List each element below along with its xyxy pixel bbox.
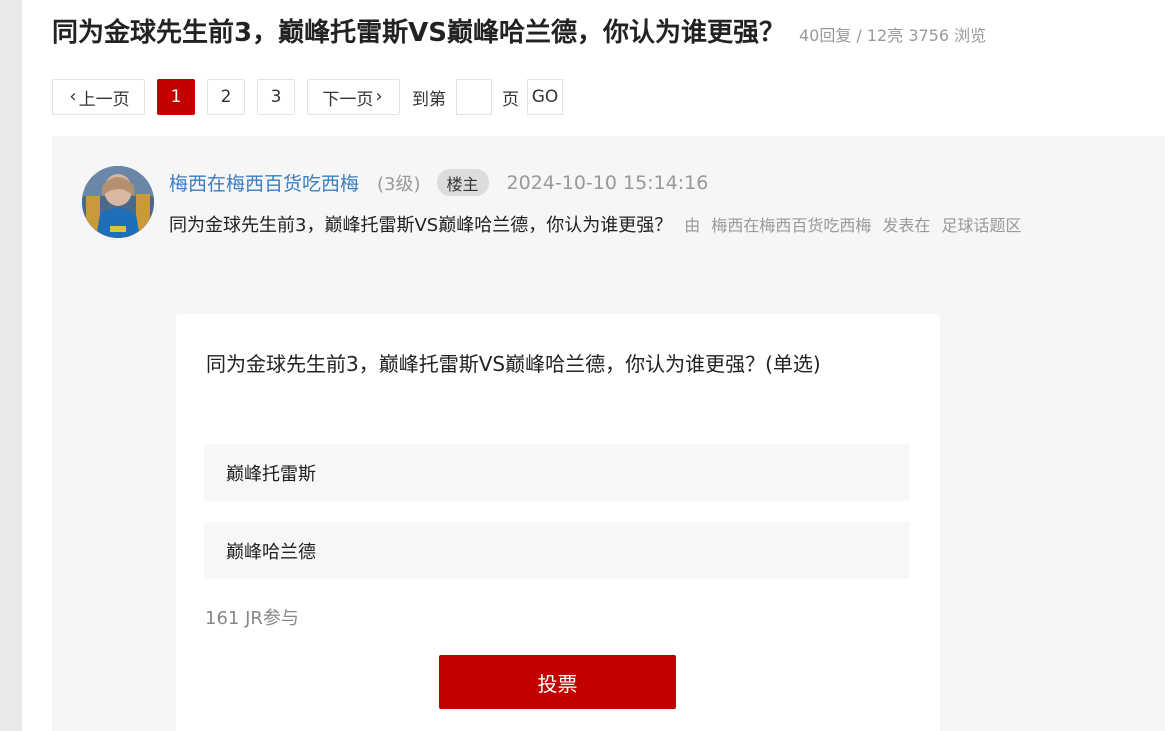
- post-time: 2024-10-10 15:14:16: [506, 171, 709, 194]
- meta-author-link[interactable]: 梅西在梅西百货吃西梅: [711, 216, 871, 235]
- next-page-button[interactable]: 下一页 ›: [307, 79, 400, 115]
- next-page-label: 下一页: [322, 89, 374, 110]
- prev-page-label: 上一页: [78, 89, 130, 110]
- post-subtitle: 同为金球先生前3，巅峰托雷斯VS巅峰哈兰德，你认为谁更强？: [169, 215, 673, 236]
- thread-title: 同为金球先生前3，巅峰托雷斯VS巅峰哈兰德，你认为谁更强？: [52, 18, 785, 48]
- author-name-link[interactable]: 梅西在梅西百货吃西梅: [169, 169, 359, 196]
- page-unit-label: 页: [502, 89, 519, 110]
- avatar[interactable]: [82, 166, 154, 238]
- author-level: (3级): [377, 173, 421, 195]
- meta-forum-link[interactable]: 足球话题区: [942, 216, 1022, 235]
- poll-option[interactable]: 巅峰托雷斯: [204, 444, 910, 501]
- post-author-line: 梅西在梅西百货吃西梅 (3级) 楼主 2024-10-10 15:14:16: [169, 169, 708, 196]
- avatar-image: [82, 166, 154, 238]
- post-subtitle-line: 同为金球先生前3，巅峰托雷斯VS巅峰哈兰德，你认为谁更强？ 由 梅西在梅西百货吃…: [169, 211, 1028, 237]
- chevron-right-icon: ›: [375, 86, 383, 107]
- meta-by: 由: [684, 216, 701, 235]
- post-meta: 由 梅西在梅西百货吃西梅 发表在 足球话题区: [684, 212, 1027, 236]
- poll-option[interactable]: 巅峰哈兰德: [204, 522, 910, 579]
- goto-label: 到第: [412, 89, 446, 110]
- owner-badge: 楼主: [436, 169, 489, 196]
- prev-page-button[interactable]: ‹ 上一页: [52, 79, 145, 115]
- meta-posted-in: 发表在: [882, 216, 931, 235]
- poll-card: 同为金球先生前3，巅峰托雷斯VS巅峰哈兰德，你认为谁更强？(单选) 巅峰托雷斯 …: [176, 314, 940, 731]
- thread-header: 同为金球先生前3，巅峰托雷斯VS巅峰哈兰德，你认为谁更强？ 40回复 / 12亮…: [52, 12, 986, 49]
- left-edge-strip: [0, 0, 22, 731]
- chevron-left-icon: ‹: [69, 86, 77, 107]
- poll-participants: 161 JR参与: [205, 608, 299, 629]
- pagination: ‹ 上一页 1 2 3 下一页 › 到第 页 GO: [52, 79, 563, 115]
- poll-question: 同为金球先生前3，巅峰托雷斯VS巅峰哈兰德，你认为谁更强？(单选): [206, 352, 821, 376]
- page-2-button[interactable]: 2: [207, 79, 245, 115]
- page-1-button[interactable]: 1: [157, 79, 195, 115]
- thread-stats: 40回复 / 12亮 3756 浏览: [798, 26, 987, 45]
- vote-button[interactable]: 投票: [439, 655, 676, 709]
- goto-page-input[interactable]: [456, 79, 492, 115]
- page-3-button[interactable]: 3: [257, 79, 295, 115]
- go-button[interactable]: GO: [527, 79, 563, 115]
- post-container: 梅西在梅西百货吃西梅 (3级) 楼主 2024-10-10 15:14:16 同…: [52, 136, 1165, 731]
